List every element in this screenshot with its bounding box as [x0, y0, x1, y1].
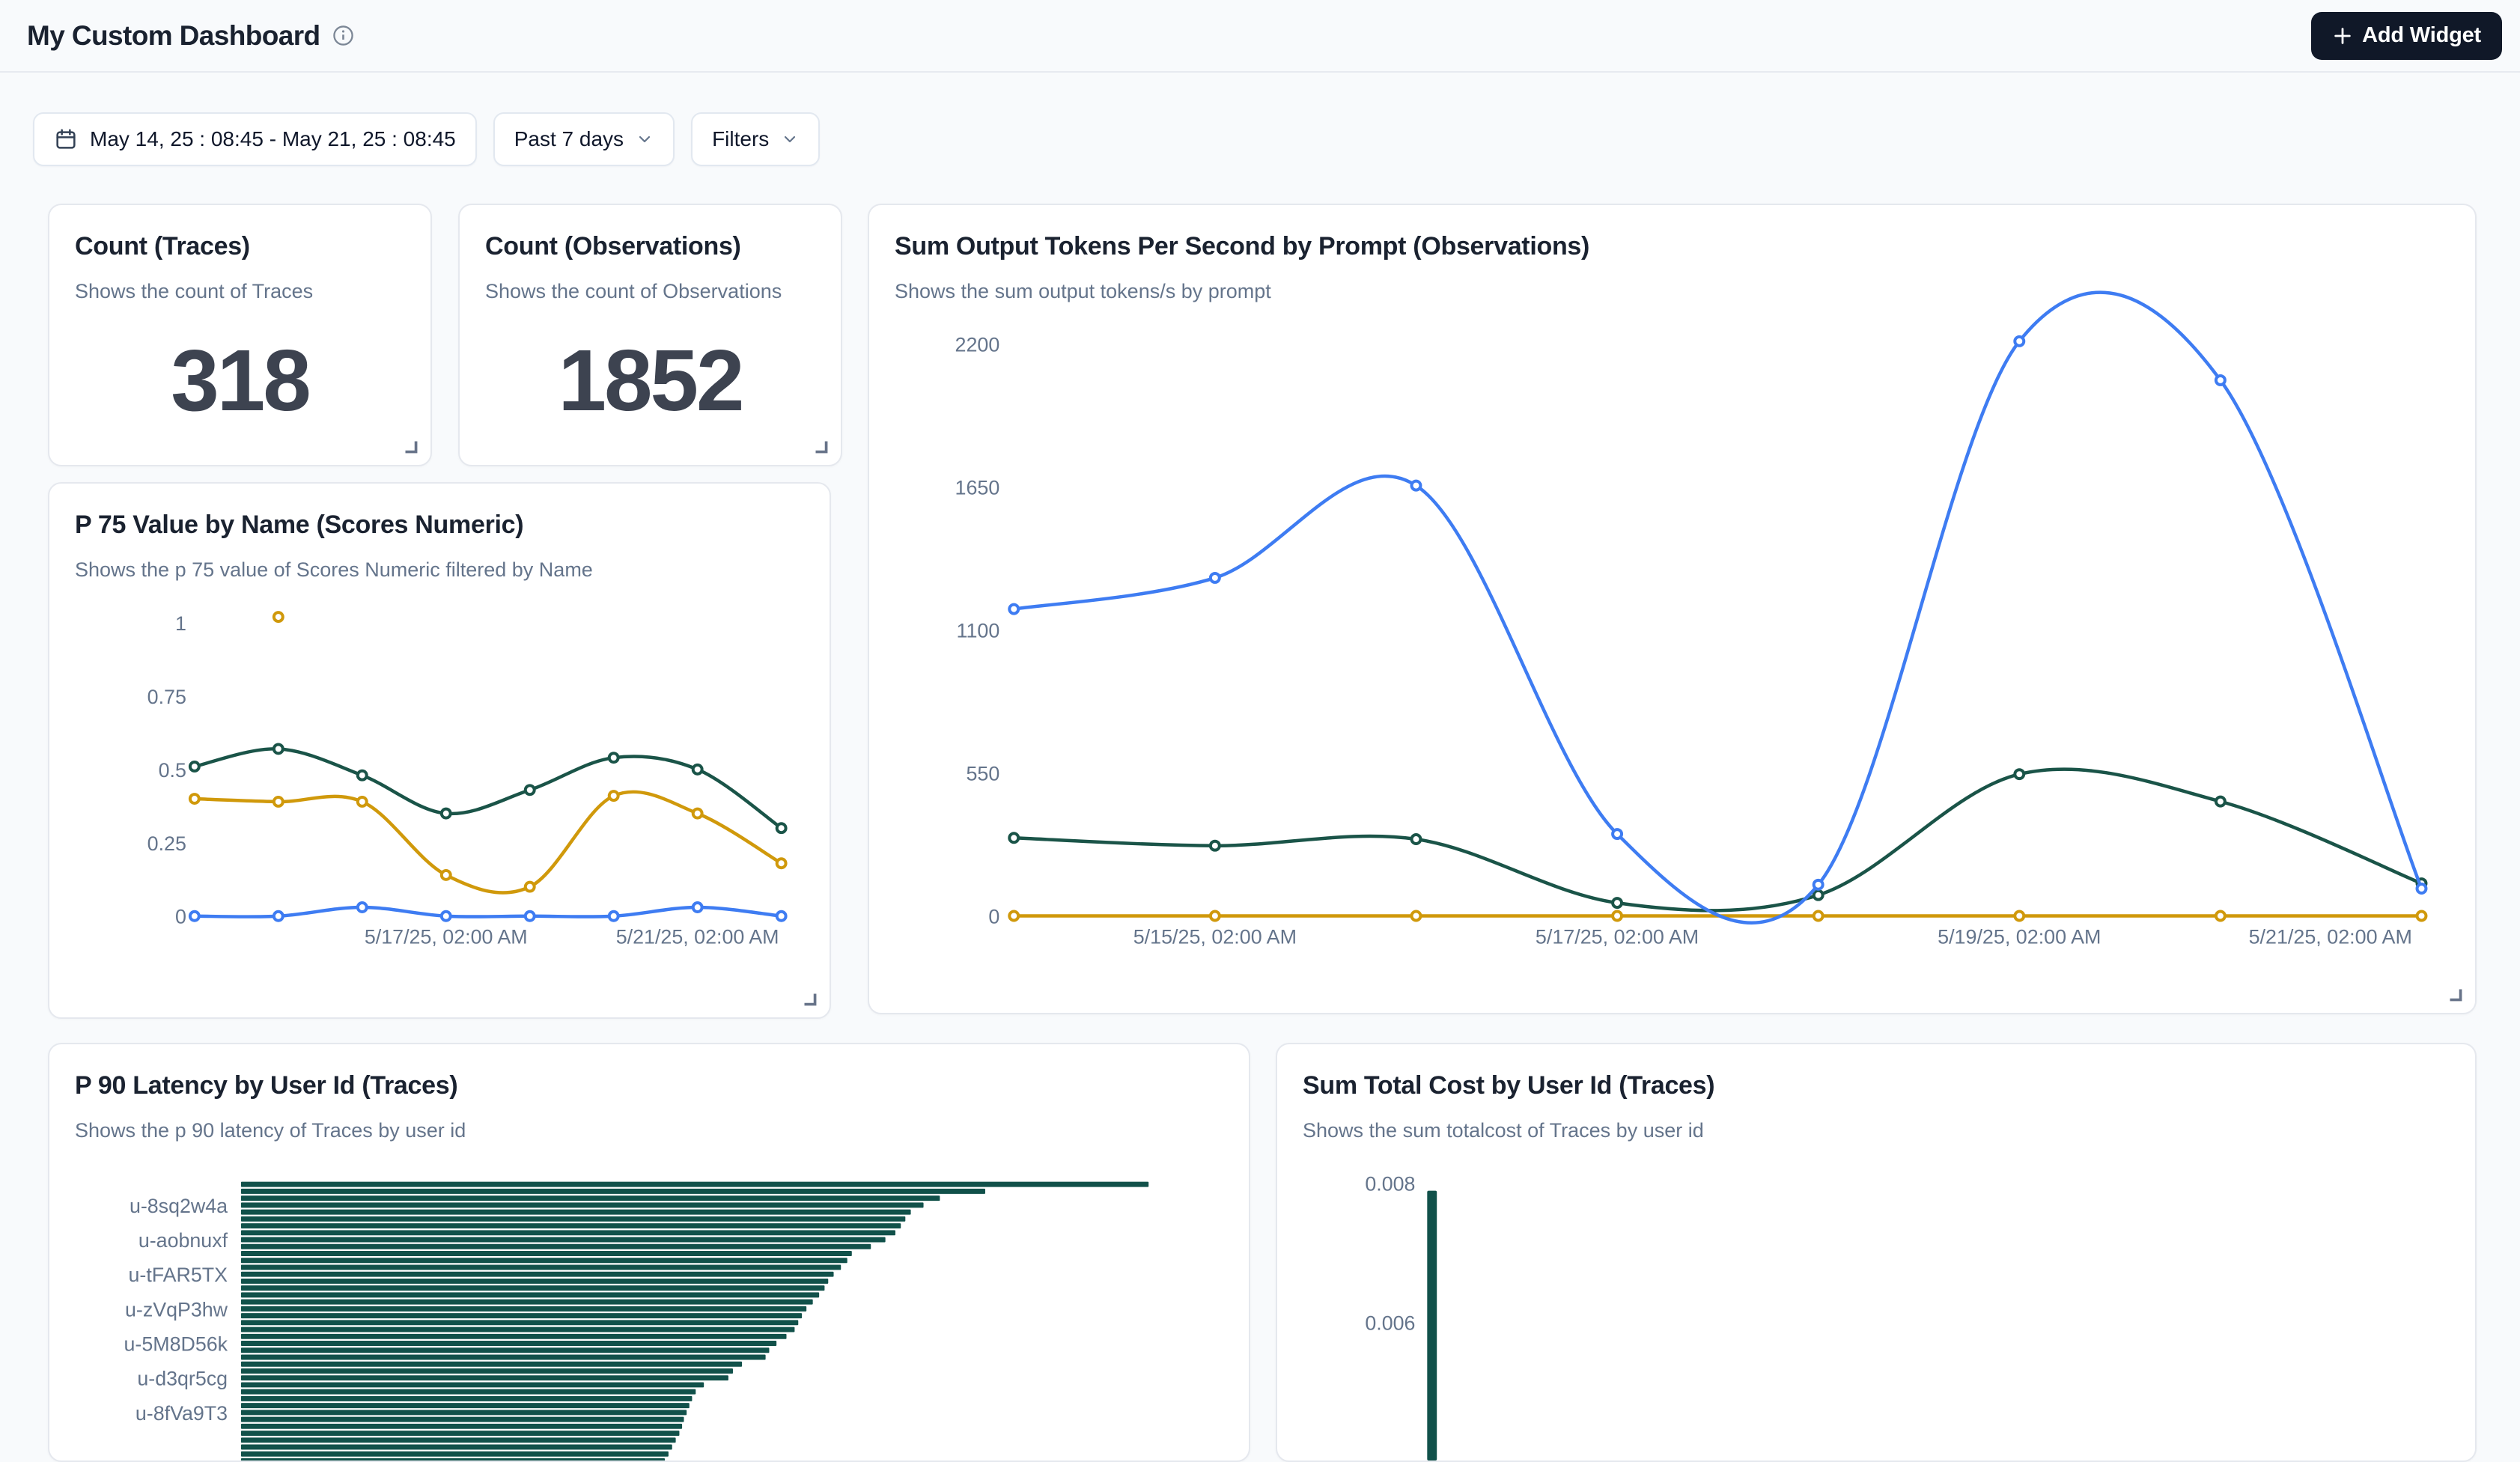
widget-title: Count (Traces)	[75, 232, 250, 261]
svg-text:0: 0	[988, 905, 999, 928]
svg-text:u-zVqP3hw: u-zVqP3hw	[125, 1298, 228, 1321]
svg-text:5/15/25, 02:00 AM: 5/15/25, 02:00 AM	[1133, 925, 1297, 948]
svg-text:5/17/25, 02:00 AM: 5/17/25, 02:00 AM	[1536, 925, 1699, 948]
date-range-button[interactable]: May 14, 25 : 08:45 - May 21, 25 : 08:45	[33, 112, 477, 166]
svg-text:u-tFAR5TX: u-tFAR5TX	[129, 1264, 228, 1286]
header: My Custom Dashboard Add Widget	[0, 0, 2520, 73]
svg-text:u-5M8D56k: u-5M8D56k	[124, 1332, 228, 1355]
count-observations-value: 1852	[460, 317, 841, 442]
widget-title: Count (Observations)	[485, 232, 741, 261]
svg-text:0.75: 0.75	[147, 686, 186, 708]
svg-text:u-d3qr5cg: u-d3qr5cg	[137, 1368, 228, 1390]
svg-text:0.006: 0.006	[1365, 1312, 1415, 1334]
svg-text:u-8fVa9T3: u-8fVa9T3	[136, 1402, 228, 1425]
date-range-label: May 14, 25 : 08:45 - May 21, 25 : 08:45	[90, 127, 456, 151]
count-traces-value: 318	[49, 317, 430, 442]
widget-p90-latency: P 90 Latency by User Id (Traces) Shows t…	[48, 1043, 1250, 1462]
svg-text:u-aobnuxf: u-aobnuxf	[139, 1229, 228, 1252]
p75-scores-line-chart[interactable]: 1 0.75 0.5 0.25 0 5/17/25, 02:00 AM 5/21/25, 0…	[49, 484, 830, 1017]
add-widget-button[interactable]: Add Widget	[2311, 12, 2502, 60]
svg-text:0.5: 0.5	[159, 759, 186, 782]
widget-count-observations: Count (Observations) Shows the count of …	[458, 204, 842, 466]
svg-text:u-8sq2w4a: u-8sq2w4a	[130, 1195, 228, 1217]
svg-text:1650: 1650	[955, 476, 1000, 499]
chevron-down-icon	[781, 130, 799, 148]
svg-text:550: 550	[966, 762, 999, 785]
total-cost-bar-chart[interactable]: 0.008 0.006	[1277, 1044, 2475, 1461]
svg-text:5/19/25, 02:00 AM: 5/19/25, 02:00 AM	[1938, 925, 2101, 948]
page-title: My Custom Dashboard	[27, 20, 320, 52]
widget-total-cost: Sum Total Cost by User Id (Traces) Shows…	[1276, 1043, 2477, 1462]
tokens-per-second-line-chart[interactable]: 2200 1650 1100 550 0 5/15/25, 02:00 AM 5/17/25…	[869, 205, 2475, 1013]
chevron-down-icon	[636, 130, 654, 148]
info-icon[interactable]	[332, 25, 354, 46]
svg-text:5/21/25, 02:00 AM: 5/21/25, 02:00 AM	[616, 926, 779, 948]
widget-count-traces: Count (Traces) Shows the count of Traces…	[48, 204, 432, 466]
svg-text:1100: 1100	[957, 619, 1000, 642]
filters-button[interactable]: Filters	[691, 112, 820, 166]
widget-p75-scores: P 75 Value by Name (Scores Numeric) Show…	[48, 482, 831, 1019]
svg-text:5/17/25, 02:00 AM: 5/17/25, 02:00 AM	[365, 926, 528, 948]
svg-text:0.008: 0.008	[1365, 1173, 1415, 1196]
svg-text:2200: 2200	[955, 333, 1000, 356]
resize-handle-icon[interactable]	[2445, 984, 2465, 1004]
date-preset-button[interactable]: Past 7 days	[493, 112, 675, 166]
date-preset-label: Past 7 days	[514, 127, 624, 151]
toolbar: May 14, 25 : 08:45 - May 21, 25 : 08:45 …	[33, 112, 820, 166]
resize-handle-icon[interactable]	[401, 436, 420, 456]
resize-handle-icon[interactable]	[800, 989, 819, 1008]
plus-icon	[2332, 25, 2353, 46]
svg-text:1: 1	[175, 612, 186, 635]
add-widget-label: Add Widget	[2362, 23, 2481, 48]
filters-label: Filters	[712, 127, 769, 151]
widget-subtitle: Shows the count of Observations	[485, 280, 782, 303]
widget-subtitle: Shows the count of Traces	[75, 280, 313, 303]
p90-latency-bar-chart[interactable]: u-8sq2w4a u-aobnuxf u-tFAR5TX u-zVqP3hw u-5M…	[49, 1044, 1249, 1461]
calendar-icon	[54, 127, 78, 151]
svg-text:5/21/25, 02:00 AM: 5/21/25, 02:00 AM	[2249, 925, 2412, 948]
svg-text:0.25: 0.25	[147, 832, 186, 855]
svg-text:0: 0	[175, 906, 186, 928]
widget-tokens-per-second: Sum Output Tokens Per Second by Prompt (…	[868, 204, 2477, 1014]
resize-handle-icon[interactable]	[811, 436, 830, 456]
